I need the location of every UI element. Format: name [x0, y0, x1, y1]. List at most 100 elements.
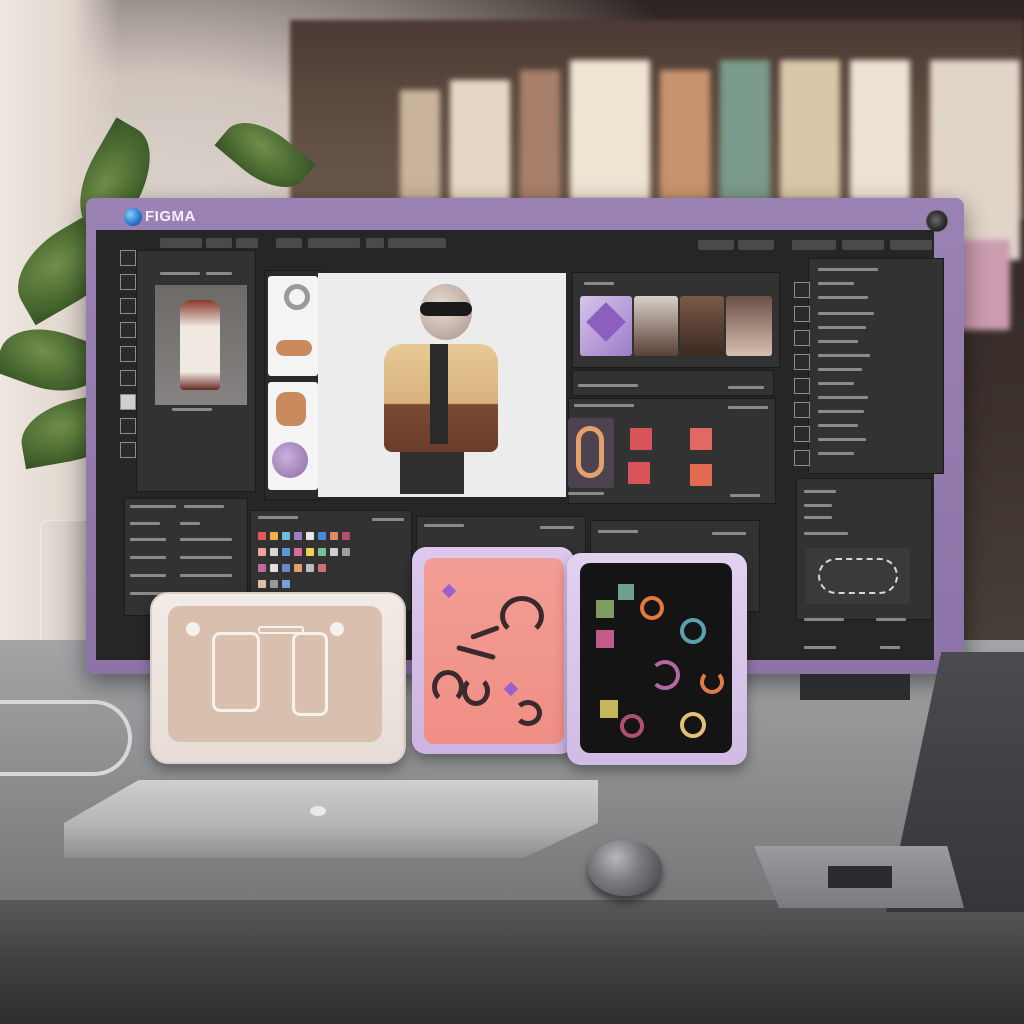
color-swatch[interactable]: [258, 564, 266, 572]
color-swatch[interactable]: [282, 580, 290, 588]
tool-icon[interactable]: [120, 370, 136, 386]
toolbar-button[interactable]: [236, 238, 258, 248]
color-swatch[interactable]: [318, 548, 326, 556]
color-swatch[interactable]: [318, 564, 326, 572]
tray-hole: [330, 622, 344, 636]
panel-text: [728, 386, 764, 389]
tool-icon[interactable]: [120, 394, 136, 410]
panel-text: [180, 538, 232, 541]
panel-text: [584, 282, 614, 285]
tool-icon[interactable]: [120, 418, 136, 434]
pen-tool-icon[interactable]: [120, 250, 136, 266]
panel-text: [818, 382, 854, 385]
curl-piece: [462, 676, 490, 706]
color-swatch[interactable]: [690, 464, 712, 486]
ring-piece: [640, 596, 664, 620]
color-swatch[interactable]: [282, 564, 290, 572]
color-swatch[interactable]: [258, 580, 266, 588]
ring-piece: [650, 660, 680, 690]
asset-thumbnail[interactable]: [726, 296, 772, 356]
color-swatch[interactable]: [294, 532, 302, 540]
tool-icon[interactable]: [120, 442, 136, 458]
panel-text: [180, 574, 232, 577]
color-swatch[interactable]: [282, 548, 290, 556]
color-swatch[interactable]: [306, 564, 314, 572]
color-swatch[interactable]: [630, 428, 652, 450]
color-swatch[interactable]: [690, 428, 712, 450]
laptop-keyboard: [828, 866, 892, 888]
color-swatch[interactable]: [270, 532, 278, 540]
panel-text: [130, 538, 166, 541]
power-icon[interactable]: [926, 210, 948, 232]
color-swatch[interactable]: [270, 580, 278, 588]
toolbar-button[interactable]: [890, 240, 932, 250]
tool-icon[interactable]: [794, 330, 810, 346]
panel-text: [180, 556, 232, 559]
toolbar-button[interactable]: [698, 240, 734, 250]
panel-text: [540, 526, 574, 529]
text-tool-icon[interactable]: [120, 346, 136, 362]
black-tray-inner: [580, 563, 732, 753]
shelf-book: [850, 60, 910, 200]
panel-text: [160, 272, 200, 275]
tool-icon[interactable]: [794, 378, 810, 394]
toolbar-button[interactable]: [388, 238, 446, 248]
color-swatch[interactable]: [258, 532, 266, 540]
panel-text: [818, 438, 866, 441]
panel-text: [730, 494, 760, 497]
tool-icon[interactable]: [794, 282, 810, 298]
frame-tool-icon[interactable]: [120, 298, 136, 314]
shelf-book: [780, 60, 840, 200]
hand-tool-icon[interactable]: [120, 322, 136, 338]
panel-text: [818, 452, 854, 455]
color-swatch[interactable]: [294, 564, 302, 572]
toolbar-button[interactable]: [738, 240, 774, 250]
color-swatch[interactable]: [270, 548, 278, 556]
panel-text: [818, 340, 858, 343]
color-swatch[interactable]: [258, 548, 266, 556]
toolbar-button[interactable]: [366, 238, 384, 248]
tool-icon[interactable]: [794, 426, 810, 442]
color-swatch[interactable]: [270, 564, 278, 572]
color-swatch[interactable]: [282, 532, 290, 540]
toolbar-button[interactable]: [206, 238, 232, 248]
panel-text: [598, 530, 638, 533]
color-swatch[interactable]: [330, 532, 338, 540]
color-swatch[interactable]: [342, 548, 350, 556]
color-swatch[interactable]: [628, 462, 650, 484]
color-swatch[interactable]: [306, 548, 314, 556]
panel-text: [172, 408, 212, 411]
shape-tool-icon[interactable]: [120, 274, 136, 290]
toolbar-button[interactable]: [160, 238, 202, 248]
tool-icon[interactable]: [794, 306, 810, 322]
asset-thumbnail[interactable]: [680, 296, 724, 356]
color-swatch[interactable]: [342, 532, 350, 540]
pink-tray-inner: [424, 558, 564, 744]
color-swatch[interactable]: [294, 548, 302, 556]
tool-icon[interactable]: [794, 450, 810, 466]
panel-text: [184, 505, 224, 508]
toolbar-button[interactable]: [842, 240, 884, 250]
ribbon-shape: [576, 426, 604, 478]
toolbar-button[interactable]: [276, 238, 302, 248]
color-swatch[interactable]: [306, 532, 314, 540]
panel-text: [130, 574, 166, 577]
tool-icon[interactable]: [794, 354, 810, 370]
panel-text: [818, 282, 854, 285]
curl-piece: [514, 700, 542, 726]
tool-icon[interactable]: [794, 402, 810, 418]
cube-piece: [596, 600, 614, 618]
panel-text: [804, 618, 844, 621]
asset-thumbnail[interactable]: [634, 296, 678, 356]
toolbar-button[interactable]: [792, 240, 836, 250]
ring-piece: [680, 618, 706, 644]
curl-piece: [432, 670, 464, 704]
cube-piece: [600, 700, 618, 718]
color-swatch[interactable]: [318, 532, 326, 540]
info-row: [572, 370, 774, 396]
color-swatch[interactable]: [330, 548, 338, 556]
toolbar-button[interactable]: [308, 238, 360, 248]
character-goggles: [420, 302, 472, 316]
curl-piece: [500, 596, 544, 636]
panel-text: [818, 354, 870, 357]
